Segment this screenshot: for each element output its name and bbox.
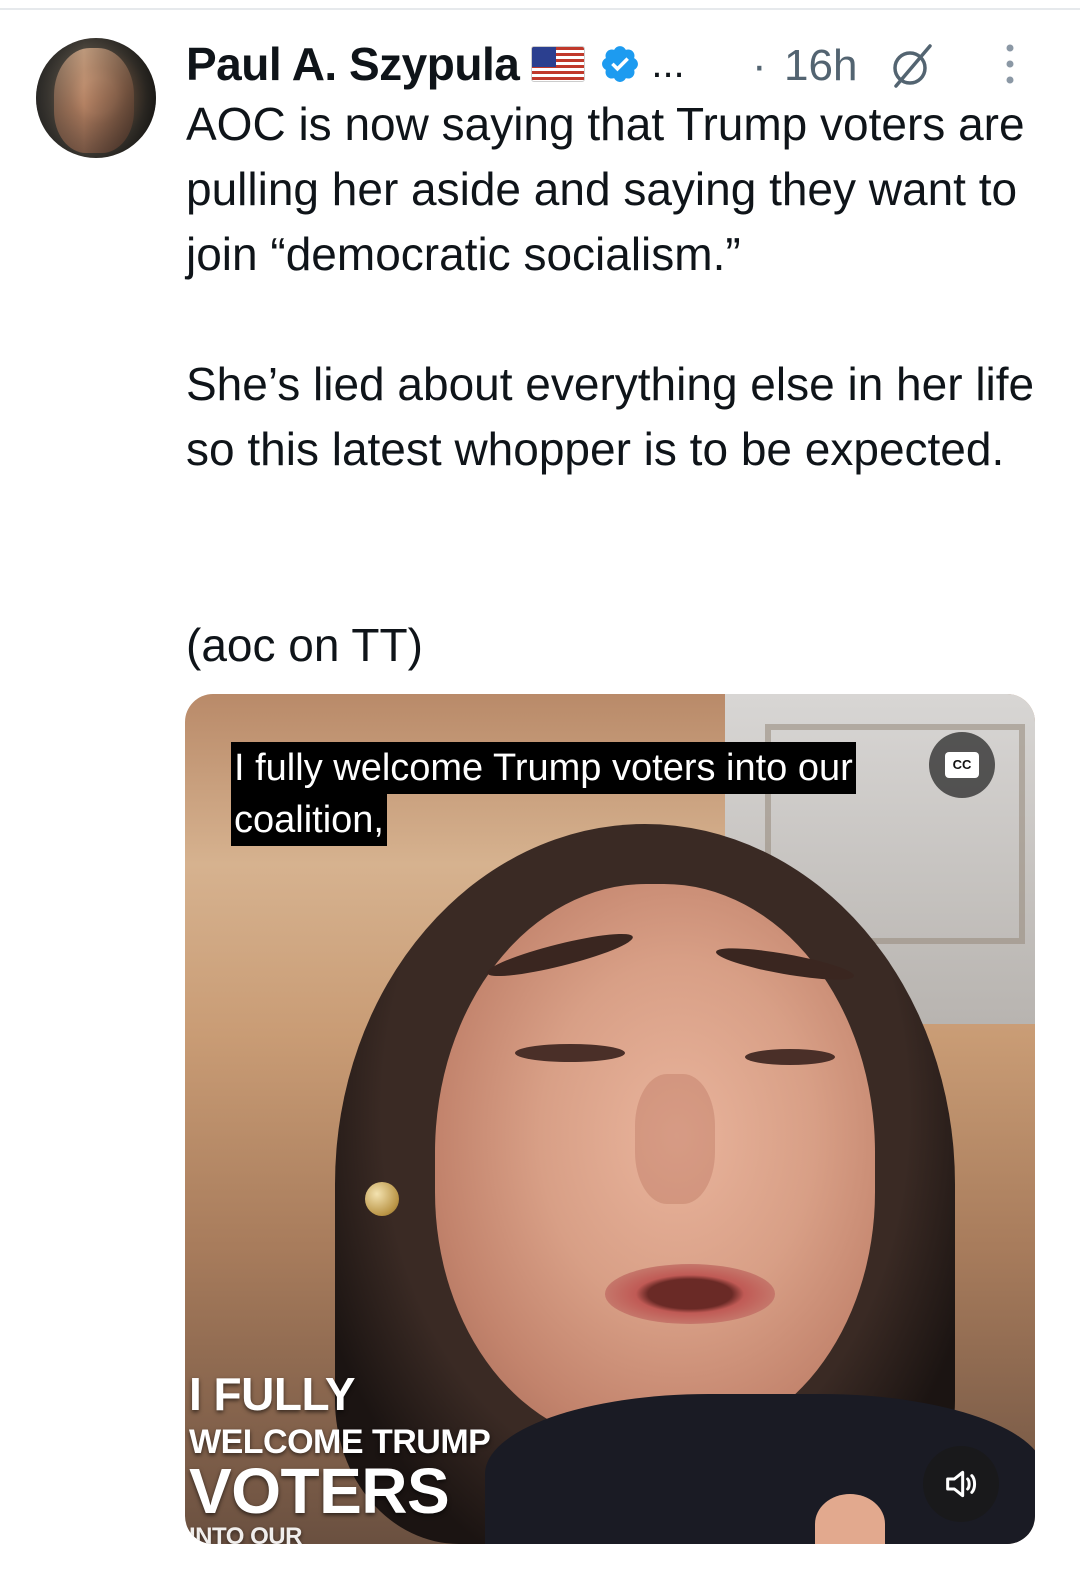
post-text-paragraph-3: (aoc on TT) [186, 619, 423, 671]
overlay-text-line-1: I FULLY [189, 1368, 356, 1420]
author-name[interactable]: Paul A. Szypula [186, 36, 520, 92]
overlay-text-line-4: INTO OUR [189, 1523, 302, 1544]
nose [635, 1074, 715, 1204]
mouth [605, 1264, 775, 1324]
post-text-paragraph-2: She’s lied about everything else in her … [186, 358, 1035, 475]
earring [365, 1182, 399, 1216]
post-header: Paul A. Szypula ... [186, 36, 685, 92]
mute-toggle-button[interactable] [923, 1446, 999, 1522]
time-separator: · [752, 41, 767, 90]
cc-icon: CC [945, 752, 979, 778]
video-player[interactable]: I fully welcome Trump voters into our co… [185, 694, 1035, 1544]
top-divider [0, 8, 1080, 10]
us-flag-icon [531, 46, 586, 82]
closed-caption: I fully welcome Trump voters into our co… [231, 742, 961, 846]
caption-line-2: coalition, [231, 794, 387, 846]
author-avatar[interactable] [36, 38, 156, 158]
left-eye [515, 1044, 625, 1062]
closed-captions-button[interactable]: CC [929, 732, 995, 798]
name-ellipsis: ... [651, 42, 685, 86]
volume-icon [946, 1470, 977, 1498]
right-eye [745, 1049, 835, 1065]
post-timestamp[interactable]: 16h [784, 38, 857, 94]
grok-icon[interactable] [886, 40, 938, 92]
more-vertical-icon[interactable] [998, 40, 1022, 88]
caption-line-1: I fully welcome Trump voters into our [231, 742, 856, 794]
post-text-paragraph-1: AOC is now saying that Trump voters are … [186, 98, 1025, 280]
verified-badge-icon[interactable] [599, 43, 641, 85]
overlay-text-line-3: VOTERS [189, 1455, 450, 1527]
